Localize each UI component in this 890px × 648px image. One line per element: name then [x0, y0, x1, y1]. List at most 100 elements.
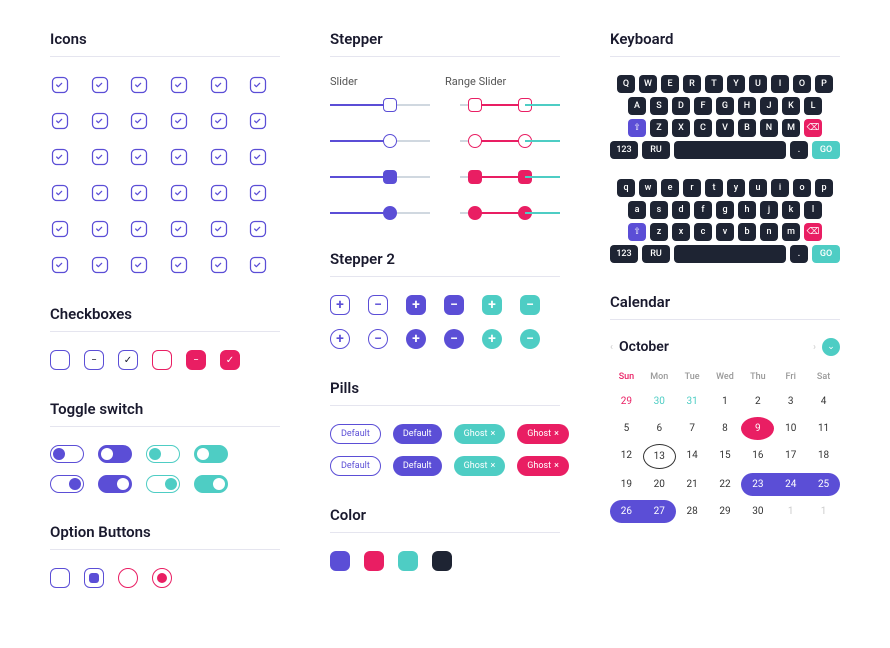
cal-day-13[interactable]: 13 [643, 444, 676, 469]
stepper-plus-teal[interactable]: + [482, 295, 502, 315]
cal-day-19[interactable]: 19 [610, 473, 643, 496]
key-⇧[interactable]: ⇧ [628, 119, 646, 137]
key-K[interactable]: K [782, 97, 800, 115]
key-v[interactable]: v [716, 223, 734, 241]
key-Z[interactable]: Z [650, 119, 668, 137]
cal-prev-icon[interactable]: ‹ [610, 342, 613, 353]
toggle-teal-outline[interactable] [146, 445, 180, 463]
key-k[interactable]: k [782, 201, 800, 219]
key-R[interactable]: R [683, 75, 701, 93]
key-N[interactable]: N [760, 119, 778, 137]
key-F[interactable]: F [694, 97, 712, 115]
cal-day-9[interactable]: 9 [741, 417, 774, 440]
stepper-plus-outline-round[interactable]: + [330, 329, 350, 349]
cal-day-11[interactable]: 11 [807, 417, 840, 440]
cal-day-12[interactable]: 12 [610, 444, 643, 469]
key-m[interactable]: m [782, 223, 800, 241]
key-A[interactable]: A [628, 97, 646, 115]
key-d[interactable]: d [672, 201, 690, 219]
key-H[interactable]: H [738, 97, 756, 115]
cal-day-22[interactable]: 22 [709, 473, 742, 496]
key-z[interactable]: z [650, 223, 668, 241]
option-square-selected[interactable] [84, 568, 104, 588]
key-space[interactable] [674, 245, 786, 263]
cal-day-1[interactable]: 1 [807, 500, 840, 523]
slider-3[interactable] [330, 206, 430, 220]
key-D[interactable]: D [672, 97, 690, 115]
cal-next-icon[interactable]: › [813, 342, 816, 353]
key-GO[interactable]: GO [812, 141, 840, 159]
stepper-plus-outline[interactable]: + [330, 295, 350, 315]
cal-day-17[interactable]: 17 [774, 444, 807, 469]
key-b[interactable]: b [738, 223, 756, 241]
key-r[interactable]: r [683, 179, 701, 197]
cal-day-10[interactable]: 10 [774, 417, 807, 440]
pill-default-purple[interactable]: Default [393, 424, 442, 444]
key-g[interactable]: g [716, 201, 734, 219]
key-w[interactable]: w [639, 179, 657, 197]
key-O[interactable]: O [793, 75, 811, 93]
stepper-plus-purple[interactable]: + [406, 295, 426, 315]
key-I[interactable]: I [771, 75, 789, 93]
pill-ghost-pink[interactable]: Ghost × [517, 424, 569, 444]
key-y[interactable]: y [727, 179, 745, 197]
cal-day-29[interactable]: 29 [610, 390, 643, 413]
toggle-outline-off[interactable] [50, 445, 84, 463]
key-space[interactable] [674, 141, 786, 159]
key-x[interactable]: x [672, 223, 690, 241]
cal-day-5[interactable]: 5 [610, 417, 643, 440]
calendar-dropdown-icon[interactable]: ⌄ [822, 338, 840, 356]
stepper-plus-teal-round[interactable]: + [482, 329, 502, 349]
key-X[interactable]: X [672, 119, 690, 137]
key-T[interactable]: T [705, 75, 723, 93]
cal-day-8[interactable]: 8 [709, 417, 742, 440]
key-S[interactable]: S [650, 97, 668, 115]
cal-day-21[interactable]: 21 [676, 473, 709, 496]
slider-0[interactable] [330, 98, 430, 112]
key-GO[interactable]: GO [812, 245, 840, 263]
toggle-fill-off[interactable] [98, 445, 132, 463]
key-M[interactable]: M [782, 119, 800, 137]
range-slider-0[interactable] [460, 98, 560, 112]
key-t[interactable]: t [705, 179, 723, 197]
toggle-teal-fill[interactable] [194, 445, 228, 463]
key-o[interactable]: o [793, 179, 811, 197]
key-U[interactable]: U [749, 75, 767, 93]
option-round-empty[interactable] [118, 568, 138, 588]
stepper-minus-teal[interactable]: − [520, 295, 540, 315]
key-i[interactable]: i [771, 179, 789, 197]
key-q[interactable]: q [617, 179, 635, 197]
key-.[interactable]: . [790, 141, 808, 159]
range-slider-1[interactable] [460, 134, 560, 148]
cal-day-24[interactable]: 24 [774, 473, 807, 496]
key-L[interactable]: L [804, 97, 822, 115]
key-a[interactable]: a [628, 201, 646, 219]
key-l[interactable]: l [804, 201, 822, 219]
slider-1[interactable] [330, 134, 430, 148]
stepper-plus-purple-round[interactable]: + [406, 329, 426, 349]
cal-day-1[interactable]: 1 [774, 500, 807, 523]
cal-day-14[interactable]: 14 [676, 444, 709, 469]
swatch-purple[interactable] [330, 551, 350, 571]
key-V[interactable]: V [716, 119, 734, 137]
checkbox-empty[interactable] [50, 350, 70, 370]
key-G[interactable]: G [716, 97, 734, 115]
key-Q[interactable]: Q [617, 75, 635, 93]
key-u[interactable]: u [749, 179, 767, 197]
key-⌫[interactable]: ⌫ [804, 223, 822, 241]
swatch-teal[interactable] [398, 551, 418, 571]
key-p[interactable]: p [815, 179, 833, 197]
stepper-minus-outline-round[interactable]: − [368, 329, 388, 349]
cal-day-25[interactable]: 25 [807, 473, 840, 496]
key-E[interactable]: E [661, 75, 679, 93]
stepper-minus-purple-round[interactable]: − [444, 329, 464, 349]
stepper-minus-outline[interactable]: − [368, 295, 388, 315]
key-123[interactable]: 123 [610, 245, 638, 263]
key-123[interactable]: 123 [610, 141, 638, 159]
option-square-empty[interactable] [50, 568, 70, 588]
option-round-selected[interactable] [152, 568, 172, 588]
key-B[interactable]: B [738, 119, 756, 137]
pill-default-outline-2[interactable]: Default [330, 456, 381, 476]
cal-day-29[interactable]: 29 [709, 500, 742, 523]
key-RU[interactable]: RU [642, 245, 670, 263]
